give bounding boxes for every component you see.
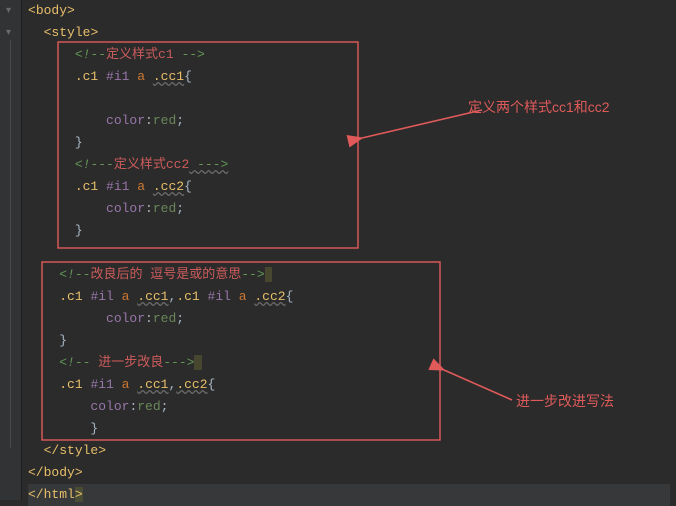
selector-elem: a xyxy=(137,179,145,194)
tag-bracket: </ xyxy=(44,443,60,458)
tag-name: style xyxy=(59,443,98,458)
css-value: red xyxy=(153,201,176,216)
code-line: <!--定义样式c1 --> xyxy=(28,44,670,66)
selector-class: .c1 xyxy=(59,289,82,304)
css-prop: color xyxy=(106,201,145,216)
code-line: } xyxy=(28,418,670,440)
css-value: red xyxy=(137,399,160,414)
selector-id: #il xyxy=(90,289,113,304)
fold-icon[interactable]: ▾ xyxy=(6,29,15,38)
selector-id: #il xyxy=(208,289,231,304)
comment-text: 改良后的 逗号是或的意思 xyxy=(90,267,241,282)
code-line xyxy=(28,242,670,264)
selector-class: .c1 xyxy=(75,69,98,84)
brace: } xyxy=(59,333,67,348)
css-prop: color xyxy=(106,311,145,326)
brace: { xyxy=(208,377,216,392)
selector-class: .c1 xyxy=(59,377,82,392)
code-line: } xyxy=(28,132,670,154)
selector-id: #i1 xyxy=(90,377,113,392)
selector-elem: a xyxy=(122,289,130,304)
annotation-label: 进一步改进写法 xyxy=(516,390,614,412)
code-line: <!--改良后的 逗号是或的意思--> xyxy=(28,264,670,286)
brace: } xyxy=(75,223,83,238)
code-line: } xyxy=(28,330,670,352)
code-line: <body> xyxy=(28,0,670,22)
code-editor: ▾ ▾ <body> <style> <!--定义样式c1 --> .c1 #i… xyxy=(0,0,676,500)
tag-bracket: < xyxy=(28,3,36,18)
code-line: .c1 #i1 a .cc2{ xyxy=(28,176,670,198)
tag-bracket: > xyxy=(98,443,106,458)
tag-name: body xyxy=(44,465,75,480)
selector-class: .c1 xyxy=(176,289,199,304)
comment: <!-- xyxy=(59,355,90,370)
code-line-active: </html> xyxy=(28,484,670,506)
comment: <!-- xyxy=(59,267,90,282)
comment-text: 定义样式c1 xyxy=(106,47,181,62)
css-value: red xyxy=(153,113,176,128)
comment: --> xyxy=(241,267,264,282)
gutter: ▾ ▾ xyxy=(0,0,22,500)
comment: <!-- xyxy=(75,157,106,172)
comment-text: 进一步改良 xyxy=(90,355,163,370)
css-prop: color xyxy=(90,399,129,414)
code-line: color:red; xyxy=(28,308,670,330)
code-line: .c1 #il a .cc1,.c1 #il a .cc2{ xyxy=(28,286,670,308)
tag-bracket: </ xyxy=(28,465,44,480)
brace: } xyxy=(75,135,83,150)
tag-name: style xyxy=(51,25,90,40)
code-line: } xyxy=(28,220,670,242)
brace: } xyxy=(90,421,98,436)
tag-bracket: > xyxy=(67,3,75,18)
comment: <!-- xyxy=(75,47,106,62)
caret-marker xyxy=(194,355,202,370)
tag-bracket: > xyxy=(75,465,83,480)
comment: ---> xyxy=(189,157,228,172)
selector-elem: a xyxy=(122,377,130,392)
selector-id: #i1 xyxy=(106,69,129,84)
code-line: <style> xyxy=(28,22,670,44)
css-value: red xyxy=(153,311,176,326)
fold-line xyxy=(10,40,11,448)
tag-bracket: > xyxy=(90,25,98,40)
brace: { xyxy=(286,289,294,304)
selector-class: .cc1 xyxy=(153,69,184,84)
brace: { xyxy=(184,69,192,84)
code-line: .c1 #i1 a .cc1{ xyxy=(28,66,670,88)
css-prop: color xyxy=(106,113,145,128)
code-line: <!---定义样式cc2 ---> xyxy=(28,154,670,176)
tag-name: body xyxy=(36,3,67,18)
annotation-label: 定义两个样式cc1和cc2 xyxy=(468,96,610,118)
code-line: </style> xyxy=(28,440,670,462)
selector-class: .cc2 xyxy=(254,289,285,304)
code-area[interactable]: <body> <style> <!--定义样式c1 --> .c1 #i1 a … xyxy=(22,0,676,500)
brace: { xyxy=(184,179,192,194)
selector-class: .cc2 xyxy=(153,179,184,194)
selector-class: .c1 xyxy=(75,179,98,194)
selector-elem: a xyxy=(137,69,145,84)
comment-text: 定义样式cc2 xyxy=(114,157,189,172)
selector-id: #i1 xyxy=(106,179,129,194)
selector-class: .cc1 xyxy=(137,289,168,304)
code-line: color:red; xyxy=(28,198,670,220)
selector-elem: a xyxy=(239,289,247,304)
comment: ---> xyxy=(163,355,194,370)
code-line: </body> xyxy=(28,462,670,484)
fold-icon[interactable]: ▾ xyxy=(6,7,15,16)
comment: --> xyxy=(181,47,204,62)
caret-marker xyxy=(265,267,273,282)
selector-class: .cc1 xyxy=(137,377,168,392)
code-line: <!-- 进一步改良---> xyxy=(28,352,670,374)
selector-class: .cc2 xyxy=(176,377,207,392)
